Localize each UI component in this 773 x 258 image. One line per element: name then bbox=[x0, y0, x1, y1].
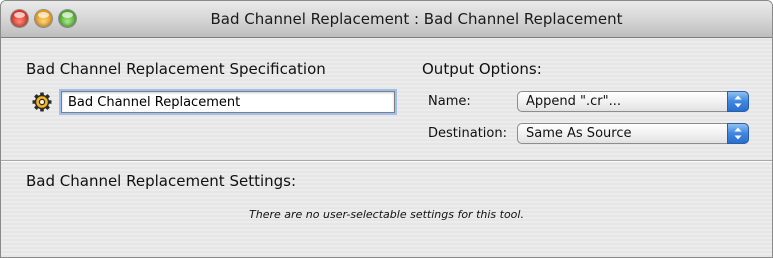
no-settings-message: There are no user-selectable settings fo… bbox=[249, 208, 524, 221]
popup-arrows-icon bbox=[727, 123, 749, 144]
settings-heading: Bad Channel Replacement Settings: bbox=[26, 172, 297, 190]
section-divider bbox=[1, 160, 772, 162]
specification-name-input[interactable] bbox=[61, 91, 395, 113]
gear-icon[interactable] bbox=[32, 92, 52, 112]
destination-popup[interactable]: Same As Source bbox=[517, 123, 749, 144]
name-label: Name: bbox=[428, 94, 471, 109]
specification-heading: Bad Channel Replacement Specification bbox=[26, 60, 326, 78]
dialog-window: Bad Channel Replacement : Bad Channel Re… bbox=[0, 0, 773, 258]
name-popup-value: Append ".cr"... bbox=[526, 94, 621, 109]
name-popup[interactable]: Append ".cr"... bbox=[517, 91, 749, 112]
destination-label: Destination: bbox=[428, 126, 507, 141]
popup-arrows-icon bbox=[727, 91, 749, 112]
window-title: Bad Channel Replacement : Bad Channel Re… bbox=[210, 10, 623, 28]
title-bar[interactable]: Bad Channel Replacement : Bad Channel Re… bbox=[1, 1, 772, 38]
destination-popup-value: Same As Source bbox=[526, 126, 632, 141]
output-options-heading: Output Options: bbox=[422, 60, 542, 78]
